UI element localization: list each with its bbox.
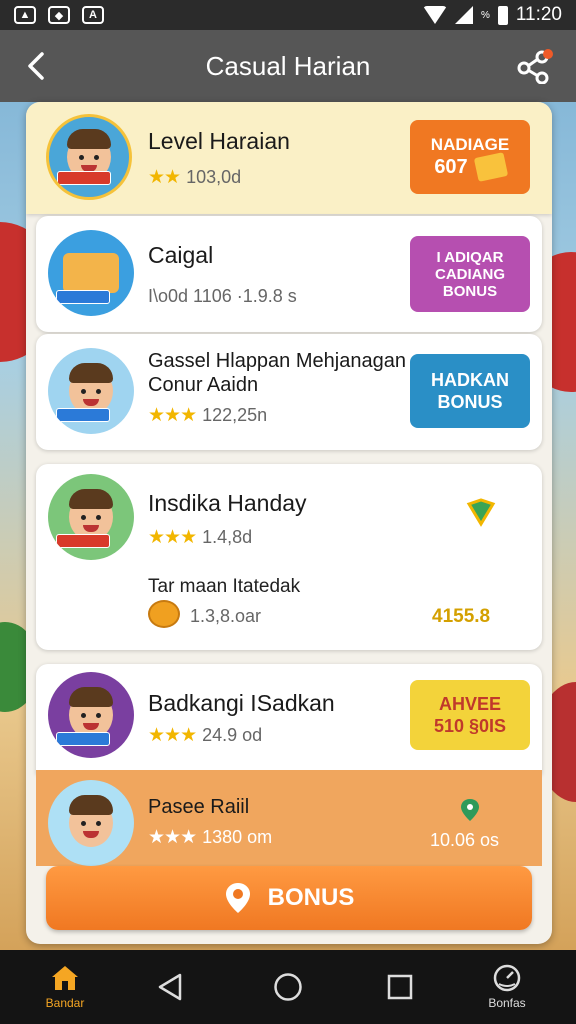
notification-photo-icon: ▲ <box>14 6 36 24</box>
claim-bonus-button[interactable]: BONUS <box>46 866 532 930</box>
location-pin-icon <box>225 883 250 913</box>
app-header: Casual Harian <box>0 30 576 102</box>
item-rating: ★★★ 1380 om <box>148 827 273 848</box>
recents-square-icon <box>387 974 413 1000</box>
page-title: Casual Harian <box>205 50 371 81</box>
avatar <box>48 348 134 434</box>
star-rating-icon: ★★★ <box>148 725 197 746</box>
gauge-icon <box>493 964 521 992</box>
clock: 11:20 <box>515 4 562 25</box>
wifi-icon <box>422 6 447 24</box>
bonus-list-panel: Level Haraian ★★ 103,0d NADIAGE 607 Caig… <box>26 102 552 944</box>
coin-value: 1.3,8.oar <box>190 606 262 626</box>
home-circle-icon <box>274 973 302 1001</box>
item-title: Caigal <box>148 242 214 268</box>
avatar <box>48 672 134 758</box>
home-icon <box>52 966 78 990</box>
avatar <box>48 230 134 316</box>
star-rating-icon: ★★★ <box>148 405 197 426</box>
avatar <box>48 780 134 866</box>
nav-home-circle[interactable] <box>268 950 308 1024</box>
bonus-button[interactable]: NADIAGE 607 <box>410 120 530 194</box>
item-amount: 10.06 os <box>430 830 500 850</box>
bonus-button[interactable]: HADKAN BONUS <box>410 354 530 428</box>
share-icon[interactable] <box>516 48 554 85</box>
bonus-button[interactable]: AHVEE 510 §0IS <box>410 680 530 750</box>
claim-bonus-label: BONUS <box>267 884 355 911</box>
item-title-line1: Gassel Hlappan Mehjanagan <box>148 350 406 372</box>
item-title: Badkangi ISadkan <box>148 690 335 716</box>
star-rating-icon: ★★★ <box>148 827 197 848</box>
list-item-level-haraian[interactable]: Level Haraian ★★ 103,0d NADIAGE 607 <box>26 102 552 214</box>
nav-back[interactable] <box>150 950 190 1024</box>
star-rating-icon: ★★★ <box>148 527 197 548</box>
item-subtitle: I\o0d 1106 ·1.9.8 s <box>148 286 297 306</box>
status-bar: ▲ ◆ A % 11:20 <box>0 0 576 30</box>
location-pin-icon <box>460 798 480 822</box>
item-rating: ★★★ 24.9 od <box>148 725 263 746</box>
back-triangle-icon <box>158 973 182 1001</box>
notification-a-icon: A <box>82 6 104 24</box>
nav-recents[interactable] <box>380 950 420 1024</box>
battery-icon <box>497 5 508 25</box>
avatar <box>46 114 132 200</box>
item-title: Level Haraian <box>148 128 290 154</box>
item-rating: ★★ 103,0d <box>148 167 242 188</box>
item-title: Pasee Raiil <box>148 796 250 818</box>
shield-icon <box>466 498 496 528</box>
signal-icon <box>454 6 473 24</box>
list-item-insdika[interactable]: Insdika Handay ★★★ 1.4,8d Tar maan Itate… <box>36 464 542 650</box>
list-item-gassel[interactable]: Gassel Hlappan Mehjanagan Conur Aaidn ★★… <box>36 334 542 450</box>
item-rating: ★★★ 1.4,8d <box>148 527 253 548</box>
item-subtitle: Tar maan Itatedak <box>148 576 301 597</box>
system-nav-bar: Bandar Bonfas <box>0 950 576 1024</box>
nav-bonus[interactable]: Bonfas <box>476 950 538 1024</box>
avatar <box>48 474 134 560</box>
ticket-icon <box>473 152 508 182</box>
nav-home[interactable]: Bandar <box>34 950 96 1024</box>
item-title: Insdika Handay <box>148 490 307 516</box>
item-title-line2: Conur Aaidn <box>148 374 259 396</box>
list-item-caigal[interactable]: Caigal I\o0d 1106 ·1.9.8 s I ADIQAR CADI… <box>36 216 542 332</box>
star-rating-icon: ★★ <box>148 167 181 188</box>
back-arrow-icon[interactable] <box>22 50 52 82</box>
item-rating: ★★★ 122,25n <box>148 405 268 426</box>
list-item-pasee-raiil[interactable]: Pasee Raiil ★★★ 1380 om 10.06 os <box>36 770 542 866</box>
battery-percent: % <box>480 9 490 21</box>
item-amount: 4155.8 <box>432 606 491 627</box>
coin-icon <box>148 600 180 628</box>
notification-app-icon: ◆ <box>48 6 70 24</box>
list-item-badkangi[interactable]: Badkangi ISadkan ★★★ 24.9 od AHVEE 510 §… <box>36 664 542 774</box>
bonus-button[interactable]: I ADIQAR CADIANG BONUS <box>410 236 530 312</box>
